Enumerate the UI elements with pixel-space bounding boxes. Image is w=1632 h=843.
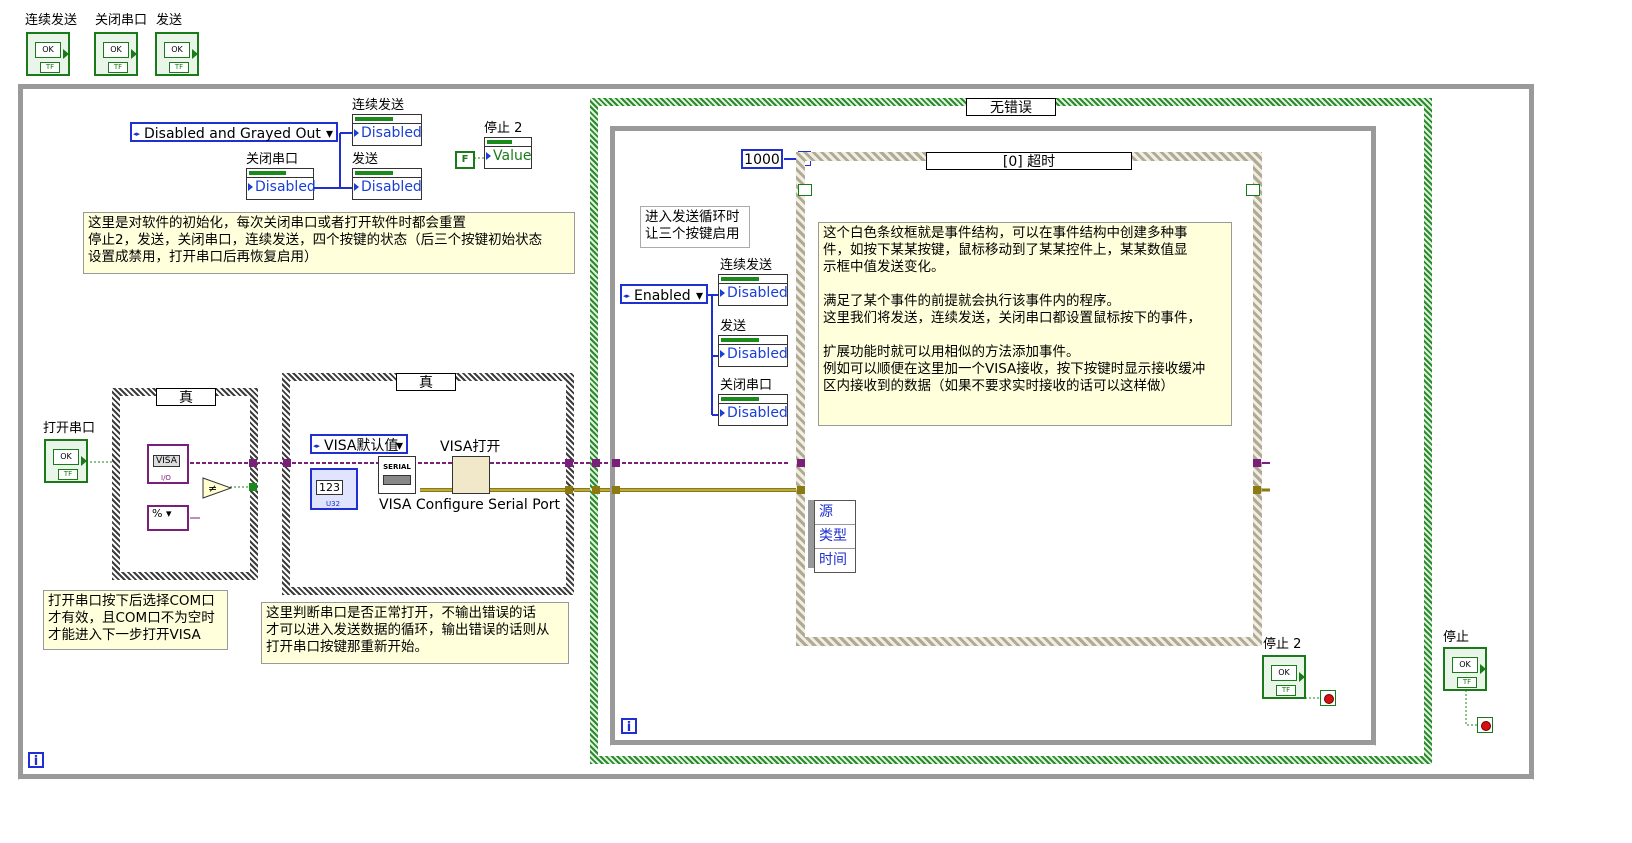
error-tunnel — [612, 486, 620, 494]
error-tunnel — [1253, 486, 1261, 494]
init-stop2-label: 停止 2 — [484, 121, 523, 136]
outer-stop-condition-icon — [1477, 717, 1493, 733]
visa-tunnel — [565, 459, 573, 467]
ok-text: OK — [53, 449, 79, 465]
numeric-text: 123 — [316, 480, 343, 495]
stop-button[interactable]: OK TF — [1443, 647, 1487, 691]
stop2-value-property-node[interactable]: Value — [484, 137, 532, 169]
open-port-note: 打开串口按下后选择COM口 才有效，且COM口不为空时 才能进入下一步打开VIS… — [43, 590, 228, 650]
visa-open-label: VISA打开 — [440, 439, 501, 455]
loop-fasong-label: 发送 — [720, 319, 747, 334]
property-value: Disabled — [353, 124, 422, 142]
error-check-note: 这里判断串口是否正常打开，不输出错误的话 才可以进入发送数据的循环，输出错误的话… — [261, 602, 569, 664]
loop-lianxu-label: 连续发送 — [720, 258, 773, 273]
ok-text: OK — [1452, 657, 1478, 673]
empty-path-constant[interactable]: % ▾ — [147, 505, 189, 531]
property-header — [719, 275, 787, 284]
serial-text: SERIAL — [383, 463, 411, 471]
tf-type-icon: TF — [58, 469, 78, 480]
visa-tunnel — [612, 459, 620, 467]
inner-loop-iteration-icon: i — [621, 718, 637, 735]
open-port-button[interactable]: OK TF — [44, 439, 88, 483]
property-value: Disabled — [353, 178, 422, 196]
loop-stop-condition-icon — [1320, 690, 1336, 706]
property-header — [353, 115, 421, 124]
stop-label: 停止 — [1443, 630, 1470, 645]
visa-tunnel — [283, 459, 291, 467]
event-item-source: 源 — [815, 501, 855, 525]
property-header — [485, 138, 531, 147]
ok-text: OK — [1271, 665, 1297, 681]
init-guanbi-label: 关闭串口 — [246, 152, 299, 167]
u32-numeric-constant[interactable]: 123 U32 — [310, 468, 358, 510]
stop2-button[interactable]: OK TF — [1262, 655, 1306, 699]
error-tunnel — [592, 486, 600, 494]
visa-tunnel — [797, 459, 805, 467]
visa-tunnel — [1253, 459, 1261, 467]
event-item-time: 时间 — [819, 552, 847, 568]
visa-open-vi-icon[interactable] — [452, 456, 490, 494]
output-terminal-icon — [81, 456, 87, 466]
visa-resource-constant[interactable]: VISA I/O — [147, 444, 189, 484]
event-structure-note: 这个白色条纹框就是事件结构，可以在事件结构中创建多种事 件，如按下某某按键，鼠标… — [818, 222, 1232, 426]
visa-tunnel — [592, 459, 600, 467]
tf-type-icon: TF — [1276, 685, 1296, 696]
io-text: I/O — [161, 474, 171, 482]
property-header — [719, 336, 787, 345]
not-equal-icon: ≠ — [202, 477, 233, 499]
property-value: Disabled — [719, 284, 788, 302]
property-value: Disabled — [719, 404, 788, 422]
loop-stop2-label: 停止 2 — [1263, 637, 1302, 652]
output-terminal-icon — [1299, 672, 1305, 682]
loop-guanbi-property-node[interactable]: Disabled — [718, 394, 788, 426]
property-value: Disabled — [247, 178, 316, 196]
enabled-enum[interactable]: Enabled — [620, 284, 708, 306]
configure-serial-label: VISA Configure Serial Port — [379, 497, 561, 513]
loop-lianxu-property-node[interactable]: Disabled — [718, 274, 788, 306]
event-dynamic-terminal-right — [1246, 184, 1260, 196]
error-tunnel — [797, 486, 805, 494]
visa-tunnel — [249, 459, 257, 467]
output-terminal-icon — [1480, 664, 1486, 674]
tf-type-icon: TF — [1457, 677, 1477, 688]
property-header — [247, 169, 313, 178]
property-value: Disabled — [719, 345, 788, 363]
open-port-label: 打开串口 — [43, 421, 96, 436]
visa-serial-vi-icon[interactable]: SERIAL — [378, 456, 416, 494]
init-note: 这里是对软件的初始化，每次关闭串口或者打开软件时都会重置 停止2，发送，关闭串口… — [83, 212, 575, 274]
init-guanbi-property-node[interactable]: Disabled — [246, 168, 316, 200]
property-header — [719, 395, 787, 404]
error-case-selector[interactable]: 无错误 — [966, 98, 1056, 116]
event-data-node-border — [808, 500, 814, 568]
timeout-constant[interactable]: 1000 — [741, 149, 783, 169]
case-selector-2[interactable]: 真 — [396, 373, 456, 391]
svg-text:≠: ≠ — [208, 482, 217, 495]
loop-enable-note: 进入发送循环时 让三个按键启用 — [640, 206, 750, 248]
event-data-node[interactable]: 源 类型 时间 — [814, 500, 856, 573]
disabled-grayed-enum[interactable]: Disabled and Grayed Out — [130, 122, 338, 144]
u32-text: U32 — [326, 500, 341, 508]
init-fasong-label: 发送 — [352, 152, 379, 167]
init-lianxu-label: 连续发送 — [352, 98, 405, 113]
case-structure-1[interactable] — [112, 388, 258, 580]
event-dynamic-terminal-left — [798, 184, 812, 196]
event-selector[interactable]: [0] 超时 — [926, 152, 1132, 170]
visa-default-enum[interactable]: VISA默认值 — [310, 434, 408, 456]
error-tunnel — [565, 486, 573, 494]
bool-tunnel — [249, 483, 257, 491]
outer-loop-iteration-icon: i — [28, 752, 44, 769]
port-icon — [383, 475, 411, 485]
event-item-type: 类型 — [815, 525, 855, 549]
loop-fasong-property-node[interactable]: Disabled — [718, 335, 788, 367]
loop-guanbi-label: 关闭串口 — [720, 378, 773, 393]
false-constant[interactable]: F — [455, 151, 475, 169]
init-fasong-property-node[interactable]: Disabled — [352, 168, 422, 200]
property-header — [353, 169, 421, 178]
inner-loop-bottom — [610, 740, 1376, 745]
visa-const-text: VISA — [153, 455, 180, 467]
init-lianxu-property-node[interactable]: Disabled — [352, 114, 422, 146]
case-selector-1[interactable]: 真 — [156, 388, 216, 406]
event-selector-text: [0] 超时 — [1002, 154, 1056, 170]
property-value: Value — [485, 147, 531, 165]
